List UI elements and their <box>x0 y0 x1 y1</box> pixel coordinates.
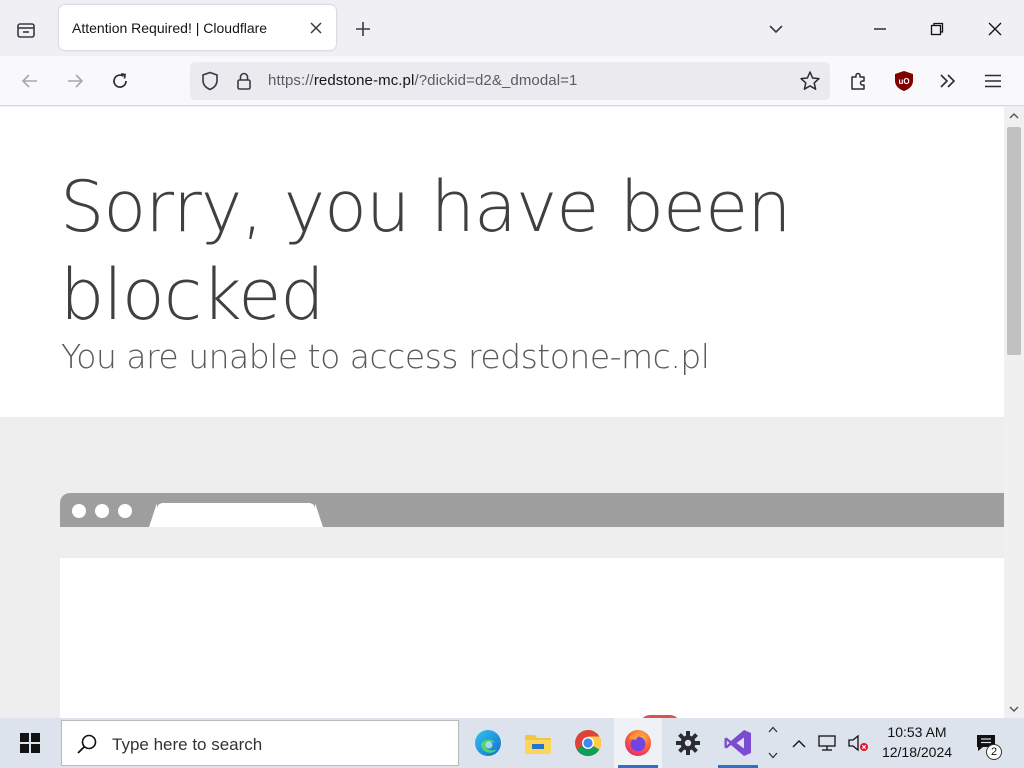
svg-text:uO: uO <box>898 77 909 86</box>
navigation-toolbar: https://redstone-mc.pl/?dickid=d2&_dmoda… <box>0 56 1024 106</box>
extensions-button[interactable] <box>843 65 875 97</box>
tab-strip: Attention Required! | Cloudflare <box>0 0 1024 56</box>
windows-logo-icon <box>20 733 40 753</box>
restore-button[interactable] <box>917 10 957 48</box>
ublock-origin-button[interactable]: uO <box>888 65 920 97</box>
speaker-muted-icon <box>848 734 868 752</box>
scroll-up-button[interactable] <box>1004 107 1024 125</box>
bookmark-star-icon[interactable] <box>798 69 822 93</box>
clock-date: 12/18/2024 <box>881 744 953 760</box>
illustration-dot <box>72 504 86 518</box>
page-viewport: Sorry, you have been blocked You are una… <box>0 107 1004 718</box>
network-icon <box>818 735 836 751</box>
illustration-dot <box>95 504 109 518</box>
close-icon <box>310 22 322 34</box>
caret-down-icon <box>1009 706 1019 712</box>
hamburger-menu-icon <box>985 74 1001 88</box>
taskbar-app-settings[interactable] <box>664 718 712 768</box>
reload-icon <box>113 73 127 88</box>
page-scrollbar[interactable] <box>1004 107 1024 718</box>
firefox-icon <box>625 730 651 756</box>
url-prefix: https:// <box>268 72 314 89</box>
arrow-left-icon <box>21 74 37 88</box>
settings-icon <box>676 731 700 755</box>
cloudflare-header-panel: Sorry, you have been blocked You are una… <box>0 107 1004 417</box>
firefox-view-button[interactable] <box>10 14 42 46</box>
visual-studio-icon <box>724 730 751 756</box>
chevron-up-icon <box>792 739 806 747</box>
windows-taskbar: Type here to search 10:53 AM 12/18/2024 … <box>0 718 1024 768</box>
minimize-icon <box>874 28 886 30</box>
taskbar-app-firefox[interactable] <box>614 718 662 768</box>
back-button[interactable] <box>14 65 46 97</box>
notification-count-badge: 2 <box>986 744 1002 760</box>
close-icon <box>988 22 1002 36</box>
ublock-shield-icon: uO <box>895 71 913 91</box>
system-clock[interactable]: 10:53 AM 12/18/2024 <box>872 722 962 762</box>
more-tools-button[interactable] <box>932 65 964 97</box>
plus-icon <box>356 22 370 36</box>
page-subtitle: You are unable to access redstone-mc.pl <box>61 337 710 376</box>
page-title: Sorry, you have been blocked <box>60 166 792 336</box>
start-button[interactable] <box>0 718 60 768</box>
puzzle-piece-icon <box>851 72 865 90</box>
search-icon <box>77 734 97 754</box>
url-host: redstone-mc.pl <box>313 72 415 89</box>
search-placeholder: Type here to search <box>112 735 263 754</box>
show-hidden-icons-button[interactable] <box>788 718 810 768</box>
list-all-tabs-button[interactable] <box>763 14 789 44</box>
volume-button[interactable] <box>844 718 872 768</box>
scroll-down-button[interactable] <box>1004 700 1024 718</box>
url-bar[interactable]: https://redstone-mc.pl/?dickid=d2&_dmoda… <box>190 62 830 100</box>
chevron-down-icon <box>769 25 783 34</box>
browser-illustration-bar <box>60 493 1004 527</box>
firefox-view-icon <box>17 23 35 38</box>
tracking-protection-shield-icon[interactable] <box>198 69 222 93</box>
restore-icon <box>930 22 944 36</box>
network-status-button[interactable] <box>814 718 842 768</box>
arrow-right-icon <box>68 74 84 88</box>
app-menu-button[interactable] <box>977 65 1009 97</box>
clock-time: 10:53 AM <box>887 724 947 740</box>
browser-illustration-body <box>60 558 1004 718</box>
double-chevron-right-icon <box>940 74 956 88</box>
url-text[interactable]: https://redstone-mc.pl/?dickid=d2&_dmoda… <box>268 72 578 89</box>
illustration-dot <box>118 504 132 518</box>
action-center-button[interactable]: 2 <box>966 718 1006 768</box>
forward-button[interactable] <box>59 65 91 97</box>
caret-up-icon <box>1009 113 1019 119</box>
reload-button[interactable] <box>104 65 136 97</box>
caret-down-icon <box>768 752 778 759</box>
illustration-tab <box>157 503 315 527</box>
edge-icon <box>475 730 501 756</box>
minimize-button[interactable] <box>860 10 900 48</box>
tab-close-button[interactable] <box>306 18 326 38</box>
taskbar-app-edge[interactable] <box>464 718 512 768</box>
chrome-icon <box>575 729 602 757</box>
new-tab-button[interactable] <box>348 14 378 44</box>
taskbar-app-visual-studio[interactable] <box>714 718 762 768</box>
close-window-button[interactable] <box>975 10 1015 48</box>
taskbar-app-chrome[interactable] <box>564 718 612 768</box>
file-explorer-icon <box>525 735 551 754</box>
tab-title: Attention Required! | Cloudflare <box>72 19 268 36</box>
url-rest: /?dickid=d2&_dmodal=1 <box>414 72 578 89</box>
lock-icon[interactable] <box>232 69 256 93</box>
taskbar-scroll-buttons[interactable] <box>764 718 782 768</box>
taskbar-search-box[interactable]: Type here to search <box>61 720 459 766</box>
scroll-thumb[interactable] <box>1007 127 1021 355</box>
browser-tab[interactable]: Attention Required! | Cloudflare <box>59 5 336 50</box>
caret-up-icon <box>768 726 778 733</box>
taskbar-app-file-explorer[interactable] <box>514 718 562 768</box>
